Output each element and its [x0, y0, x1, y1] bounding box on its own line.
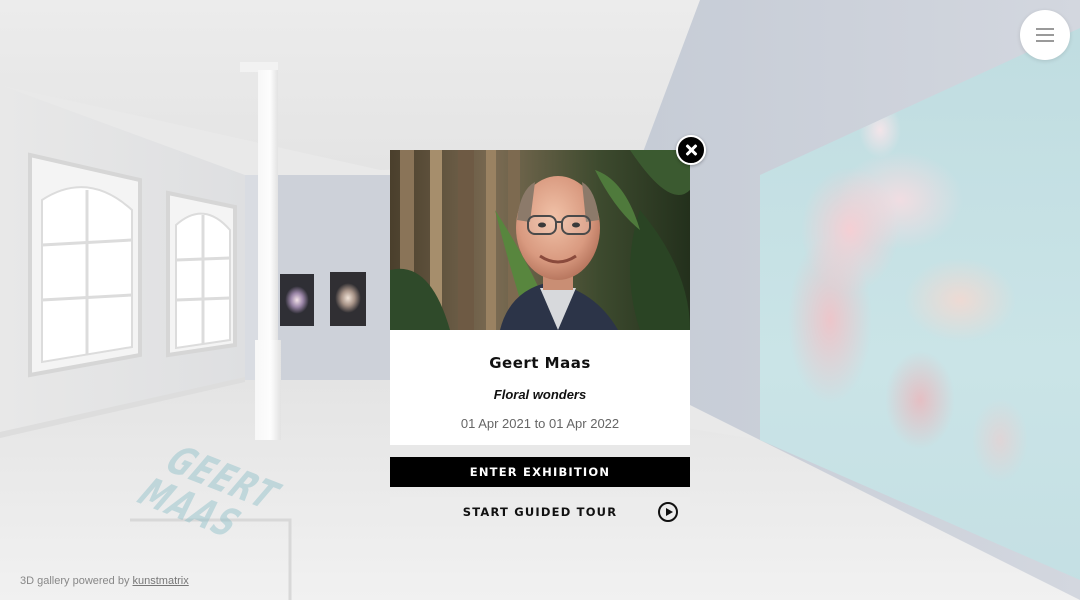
close-icon — [685, 144, 697, 156]
artist-photo — [390, 150, 690, 330]
menu-button[interactable] — [1020, 10, 1070, 60]
artist-name: Geert Maas — [489, 354, 591, 372]
window-left — [28, 152, 142, 378]
exhibition-details: Geert Maas Floral wonders 01 Apr 2021 to… — [390, 330, 690, 445]
enter-exhibition-label: ENTER EXHIBITION — [469, 465, 611, 479]
artwork-small-1 — [280, 274, 314, 326]
close-button[interactable] — [676, 135, 706, 165]
artwork-small-2 — [330, 272, 366, 326]
start-guided-tour-label: START GUIDED TOUR — [462, 504, 618, 519]
powered-by-credit: 3D gallery powered by kunstmatrix — [20, 575, 189, 587]
window-middle — [166, 190, 237, 358]
play-circle-icon — [658, 502, 678, 522]
start-guided-tour-button[interactable]: START GUIDED TOUR — [390, 497, 690, 526]
enter-exhibition-button[interactable]: ENTER EXHIBITION — [390, 457, 690, 487]
exhibition-dates: 01 Apr 2021 to 01 Apr 2022 — [460, 416, 620, 431]
kunstmatrix-link[interactable]: kunstmatrix — [133, 575, 189, 587]
exhibition-modal: Geert Maas Floral wonders 01 Apr 2021 to… — [390, 135, 706, 526]
hamburger-menu-icon — [1036, 28, 1054, 42]
exhibition-title: Floral wonders — [493, 387, 587, 402]
credit-prefix: 3D gallery powered by — [20, 575, 130, 587]
